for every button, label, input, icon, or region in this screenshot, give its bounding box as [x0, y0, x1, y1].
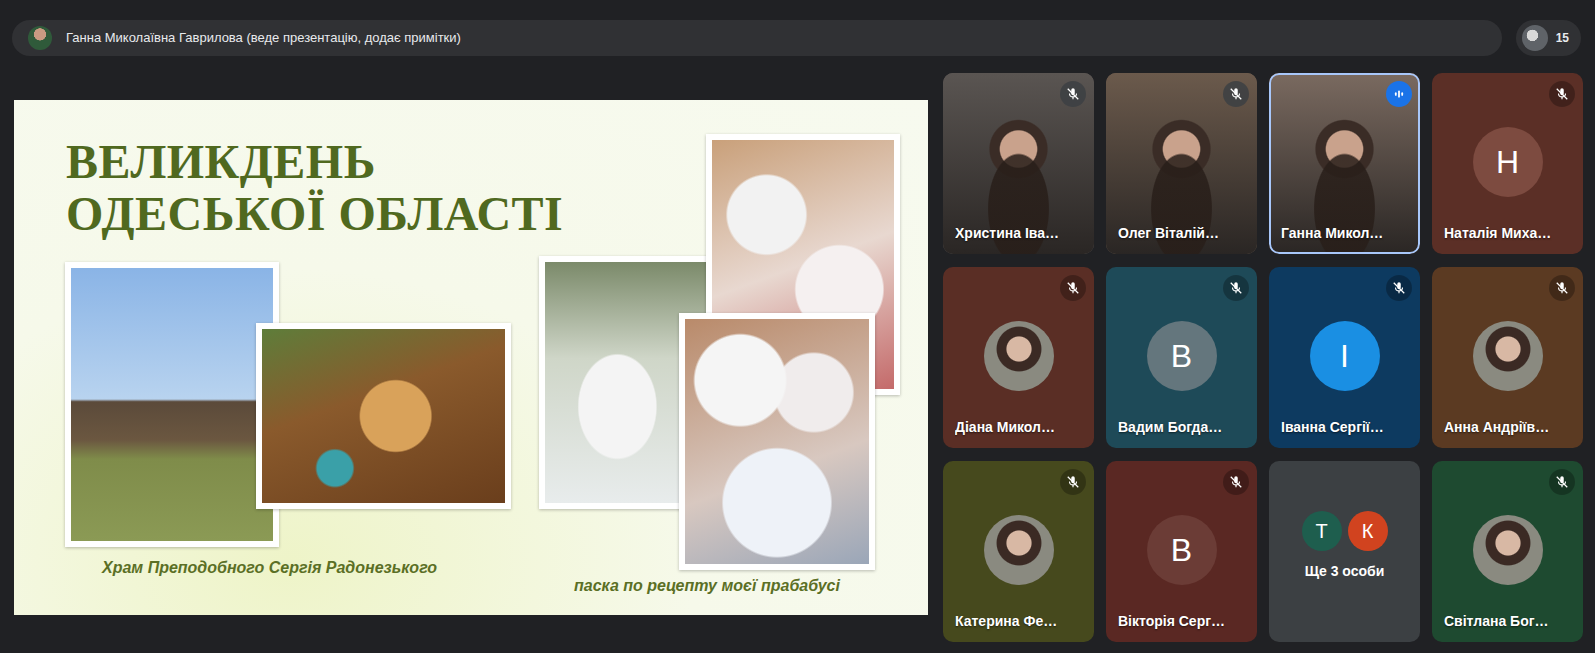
- more-avatars: ТК: [1302, 511, 1388, 551]
- top-bar: Ганна Миколаївна Гаврилова (веде презент…: [0, 0, 1595, 56]
- mic-muted-icon: [1223, 275, 1249, 301]
- mic-muted-icon: [1549, 275, 1575, 301]
- participant-name: Іванна Сергії…: [1281, 417, 1410, 438]
- slide-caption: паска по рецепту моєї прабабусі: [574, 574, 840, 598]
- avatar: Т: [1302, 511, 1342, 551]
- participant-tile[interactable]: Світлана Бог…: [1432, 461, 1583, 642]
- avatar-letter: В: [1171, 332, 1192, 380]
- participant-tile[interactable]: Катерина Фе…: [943, 461, 1094, 642]
- avatar: І: [1310, 321, 1380, 391]
- mic-muted-icon: [1223, 81, 1249, 107]
- avatar: Н: [1473, 127, 1543, 197]
- participant-name: Вікторія Серг…: [1118, 611, 1247, 632]
- mic-muted-icon: [1060, 275, 1086, 301]
- participant-tile[interactable]: І Іванна Сергії…: [1269, 267, 1420, 448]
- slide-caption: Храм Преподобного Сергія Радонезького: [102, 556, 437, 580]
- meeting-area: ВЕЛИКДЕНЬОДЕСЬКОЇ ОБЛАСТІ Храм Преподобно…: [0, 56, 1595, 642]
- participants-icon: [1522, 25, 1548, 51]
- speaking-border: [1106, 73, 1257, 254]
- more-participants[interactable]: ТКЩе 3 особи: [1269, 461, 1420, 642]
- participant-tile[interactable]: Христина Іва…: [943, 73, 1094, 254]
- participant-name: Світлана Бог…: [1444, 611, 1573, 632]
- speaking-border: [1432, 267, 1583, 448]
- participant-name: Наталія Миха…: [1444, 223, 1573, 244]
- avatar-letter: Н: [1496, 138, 1519, 186]
- slide-title-line: ОДЕСЬКОЇ ОБЛАСТІ: [66, 188, 563, 240]
- mic-muted-icon: [1549, 469, 1575, 495]
- participant-tile[interactable]: Н Наталія Миха…: [1432, 73, 1583, 254]
- mic-muted-icon: [1386, 275, 1412, 301]
- avatar-letter: І: [1340, 332, 1349, 380]
- speaking-border: [1432, 73, 1583, 254]
- presenter-text: Ганна Миколаївна Гаврилова (веде презент…: [66, 28, 461, 48]
- mic-muted-icon: [1549, 81, 1575, 107]
- speaking-border: [943, 461, 1094, 642]
- speaking-border: [1269, 267, 1420, 448]
- presentation-stage: ВЕЛИКДЕНЬОДЕСЬКОЇ ОБЛАСТІ Храм Преподобно…: [14, 73, 928, 642]
- participant-grid: Христина Іва…Олег Віталій…Ганна Микол…НН…: [943, 73, 1583, 642]
- participant-name: Вадим Богда…: [1118, 417, 1247, 438]
- participant-name: Ганна Микол…: [1281, 223, 1410, 244]
- avatar: К: [1348, 511, 1388, 551]
- participant-tile[interactable]: В Вадим Богда…: [1106, 267, 1257, 448]
- speaking-border: [943, 267, 1094, 448]
- slide-photo: [65, 262, 279, 547]
- avatar-photo: [1473, 515, 1543, 585]
- avatar: В: [1147, 321, 1217, 391]
- avatar-letter: Т: [1315, 516, 1327, 546]
- participant-name: Христина Іва…: [955, 223, 1084, 244]
- speaking-border: [1106, 267, 1257, 448]
- mic-muted-icon: [1060, 469, 1086, 495]
- participant-tile[interactable]: Діана Микол…: [943, 267, 1094, 448]
- slide: ВЕЛИКДЕНЬОДЕСЬКОЇ ОБЛАСТІ Храм Преподобно…: [14, 100, 928, 615]
- participant-tile[interactable]: Олег Віталій…: [1106, 73, 1257, 254]
- participant-tile[interactable]: ТКЩе 3 особи: [1269, 461, 1420, 642]
- slide-title-line: ВЕЛИКДЕНЬ: [66, 136, 563, 188]
- participants-button[interactable]: 15: [1516, 20, 1581, 56]
- avatar: В: [1147, 515, 1217, 585]
- slide-title: ВЕЛИКДЕНЬОДЕСЬКОЇ ОБЛАСТІ: [66, 136, 563, 240]
- speaking-border: [1432, 461, 1583, 642]
- participant-name: Діана Микол…: [955, 417, 1084, 438]
- speaking-border: [1269, 73, 1420, 254]
- participant-tile[interactable]: Анна Андріїв…: [1432, 267, 1583, 448]
- presenter-bar: Ганна Миколаївна Гаврилова (веде презент…: [12, 20, 1502, 56]
- speaking-icon: [1386, 81, 1412, 107]
- participant-name: Катерина Фе…: [955, 611, 1084, 632]
- slide-photo: [679, 313, 875, 570]
- participant-tile[interactable]: Ганна Микол…: [1269, 73, 1420, 254]
- mic-muted-icon: [1060, 81, 1086, 107]
- avatar-photo: [1473, 321, 1543, 391]
- slide-photo: [256, 323, 511, 509]
- participants-count: 15: [1556, 29, 1569, 47]
- more-label: Ще 3 особи: [1305, 561, 1385, 582]
- avatar-photo: [984, 321, 1054, 391]
- avatar-photo: [984, 515, 1054, 585]
- avatar-letter: В: [1171, 526, 1192, 574]
- avatar-letter: К: [1362, 516, 1374, 546]
- participant-name: Анна Андріїв…: [1444, 417, 1573, 438]
- mic-muted-icon: [1223, 469, 1249, 495]
- participant-tile[interactable]: В Вікторія Серг…: [1106, 461, 1257, 642]
- presenter-avatar-icon: [28, 26, 52, 50]
- participant-name: Олег Віталій…: [1118, 223, 1247, 244]
- speaking-border: [943, 73, 1094, 254]
- speaking-border: [1106, 461, 1257, 642]
